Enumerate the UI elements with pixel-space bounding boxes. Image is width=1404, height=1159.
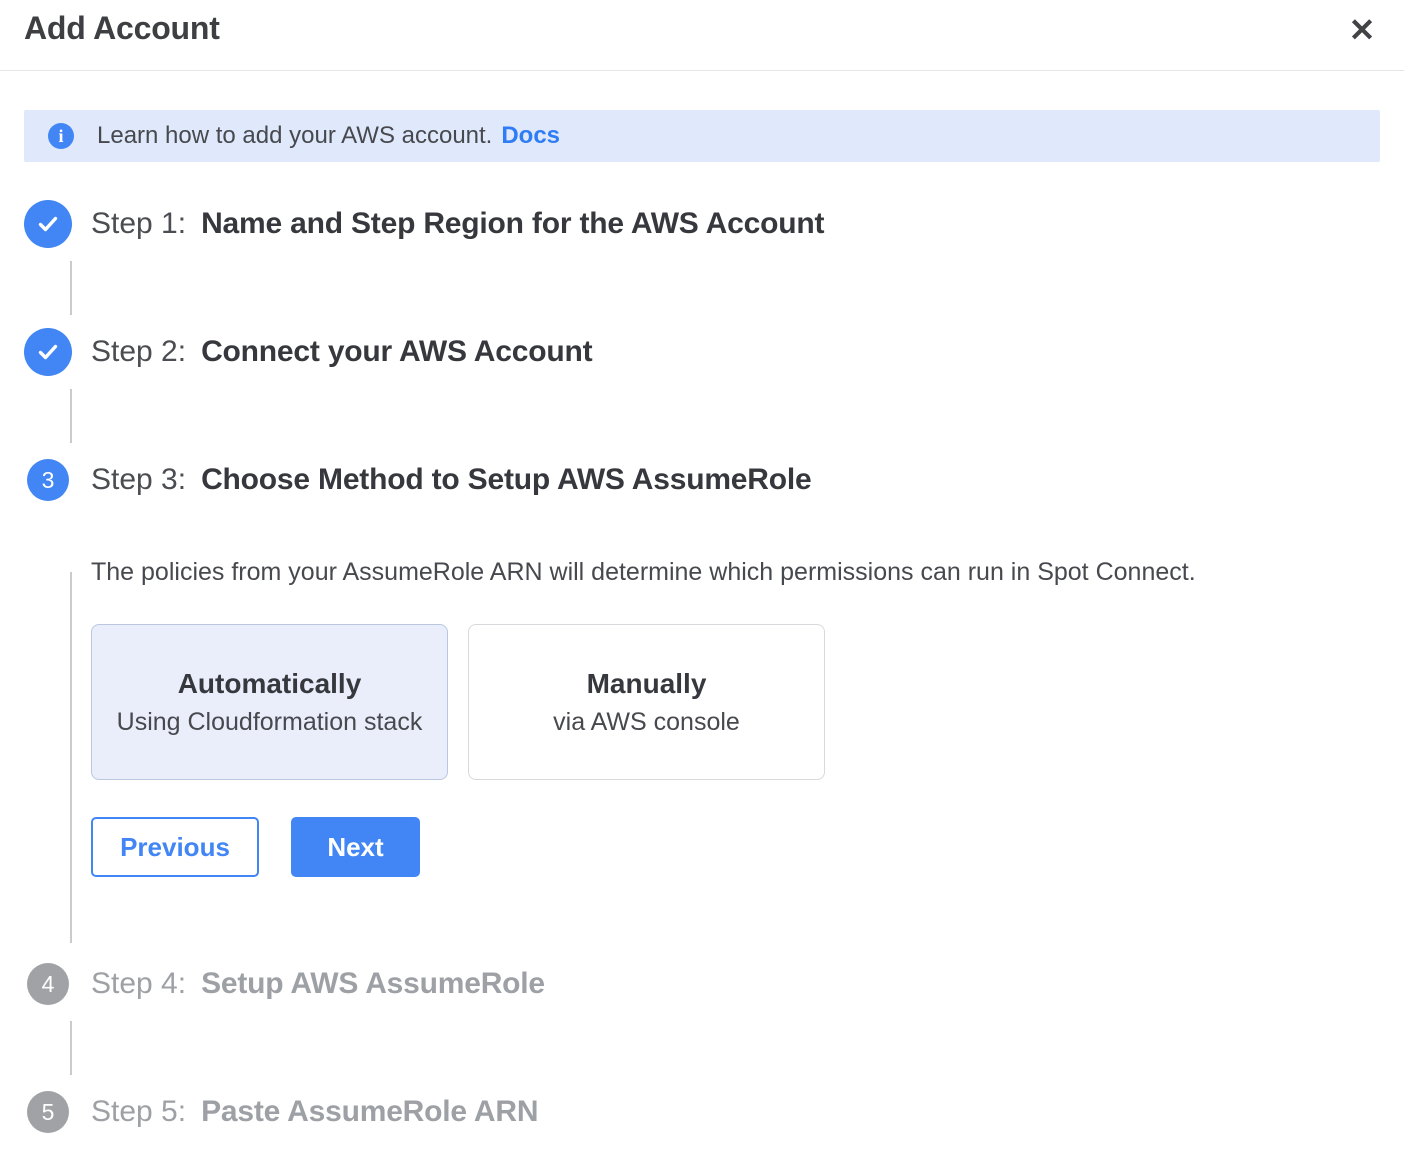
option-title: Manually xyxy=(587,668,707,700)
add-account-modal: Add Account ✕ i Learn how to add your AW… xyxy=(0,0,1404,1136)
option-card-automatically[interactable]: Automatically Using Cloudformation stack xyxy=(91,624,448,780)
step-3-prefix: Step 3: xyxy=(91,463,186,497)
option-subtitle: Using Cloudformation stack xyxy=(117,708,423,737)
step-3-title: Choose Method to Setup AWS AssumeRole xyxy=(201,463,811,497)
info-icon: i xyxy=(48,123,74,149)
step-1-prefix: Step 1: xyxy=(91,207,186,241)
previous-button[interactable]: Previous xyxy=(91,817,259,877)
option-card-manually[interactable]: Manually via AWS console xyxy=(468,624,825,780)
step-1-title: Name and Step Region for the AWS Account xyxy=(201,207,824,241)
step-connector xyxy=(70,389,72,443)
close-icon[interactable]: ✕ xyxy=(1340,8,1384,52)
step-3-actions: Previous Next xyxy=(91,817,1380,877)
step-1-completed-circle xyxy=(24,200,72,248)
method-options: Automatically Using Cloudformation stack… xyxy=(91,624,1380,780)
step-3-number-circle: 3 xyxy=(27,459,69,501)
step-connector xyxy=(70,261,72,315)
banner-text: Learn how to add your AWS account. xyxy=(97,122,492,150)
step-5-row: 5 Step 5: Paste AssumeRole ARN xyxy=(24,1088,1380,1136)
step-5-title: Paste AssumeRole ARN xyxy=(201,1095,538,1129)
option-title: Automatically xyxy=(178,668,362,700)
step-1-row: Step 1: Name and Step Region for the AWS… xyxy=(24,200,1380,248)
step-2-prefix: Step 2: xyxy=(91,335,186,369)
info-banner: i Learn how to add your AWS account. Doc… xyxy=(24,110,1380,162)
step-2-completed-circle xyxy=(24,328,72,376)
step-4-title: Setup AWS AssumeRole xyxy=(201,967,545,1001)
modal-header: Add Account ✕ xyxy=(0,0,1404,71)
step-5-number-circle: 5 xyxy=(27,1091,69,1133)
step-3-row: 3 Step 3: Choose Method to Setup AWS Ass… xyxy=(24,456,1380,504)
check-icon xyxy=(36,212,60,236)
step-4-row: 4 Step 4: Setup AWS AssumeRole xyxy=(24,960,1380,1008)
step-connector xyxy=(70,1021,72,1075)
docs-link[interactable]: Docs xyxy=(501,122,560,150)
step-3-description: The policies from your AssumeRole ARN wi… xyxy=(91,556,1380,588)
step-4-number-circle: 4 xyxy=(27,963,69,1005)
step-5-prefix: Step 5: xyxy=(91,1095,186,1129)
step-4-prefix: Step 4: xyxy=(91,967,186,1001)
page-title: Add Account xyxy=(24,8,220,48)
step-3-content: The policies from your AssumeRole ARN wi… xyxy=(24,556,1380,960)
check-icon xyxy=(36,340,60,364)
step-2-row: Step 2: Connect your AWS Account xyxy=(24,328,1380,376)
step-2-title: Connect your AWS Account xyxy=(201,335,592,369)
next-button[interactable]: Next xyxy=(291,817,420,877)
modal-body: i Learn how to add your AWS account. Doc… xyxy=(0,110,1404,1136)
option-subtitle: via AWS console xyxy=(553,708,740,737)
